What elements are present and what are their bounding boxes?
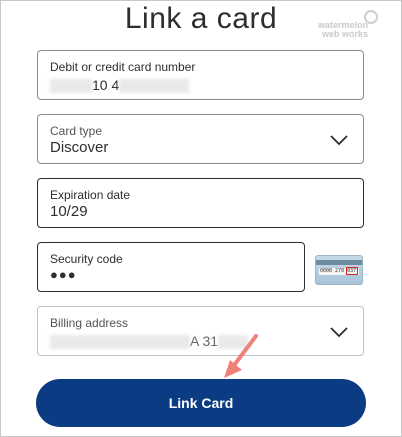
card-number-label: Debit or credit card number [50,60,196,74]
pointer-arrow-icon [224,334,258,378]
expiration-date-field[interactable]: Expiration date 10/29 [37,178,364,228]
security-code-field[interactable]: Security code ●●● [37,242,305,292]
chevron-down-icon [330,135,348,146]
security-code-value: ●●● [50,267,77,282]
card-number-value: 10 4 [50,77,190,94]
watermark-line-2: web works [321,29,368,39]
card-type-label: Card type [50,124,103,138]
card-type-select[interactable]: Card type Discover [37,114,364,164]
link-card-button[interactable]: Link Card [36,379,366,427]
expiration-date-label: Expiration date [50,188,131,202]
billing-address-value: A 31 [50,333,249,350]
expiration-date-value: 10/29 [50,203,88,220]
chevron-down-icon [330,327,348,338]
billing-address-label: Billing address [50,316,129,330]
security-code-label: Security code [50,252,123,266]
billing-address-select[interactable]: Billing address A 31 [37,306,364,356]
watermark-logo: watermelon web works [308,10,378,42]
card-type-value: Discover [50,139,109,156]
card-cvv-icon: 0000 270 037 [315,255,363,285]
card-number-field[interactable]: Debit or credit card number 10 4 [37,50,364,100]
